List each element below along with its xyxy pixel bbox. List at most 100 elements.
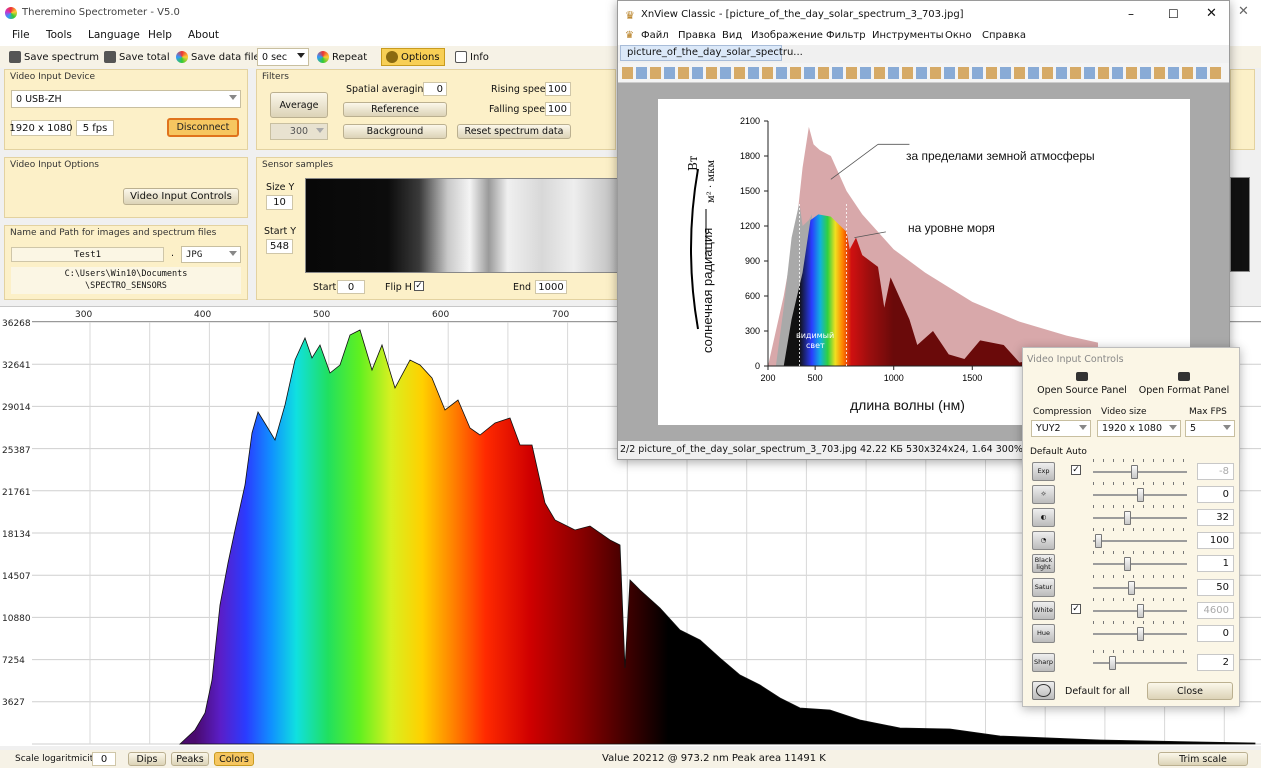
info-button[interactable]: Info [451,48,493,66]
xnview-menu-help[interactable]: Справка [982,30,1026,41]
interval-select[interactable]: 0 sec [257,48,309,66]
control-default-button[interactable]: Hue [1032,624,1055,643]
colors-button[interactable]: Colors [214,752,254,766]
slider-thumb[interactable] [1137,488,1144,502]
slider-thumb[interactable] [1094,534,1102,548]
open-format-label: Open Format Panel [1138,385,1230,396]
start-field[interactable]: 0 [337,280,365,294]
slider-thumb[interactable] [1137,627,1144,641]
control-default-button[interactable]: ◐ [1032,508,1055,527]
disconnect-button[interactable]: Disconnect [167,118,239,137]
size-y-field[interactable]: 10 [266,195,293,210]
slider-ticks [1093,650,1187,653]
save-spectrum-label: Save spectrum [24,51,100,63]
maximize-icon[interactable]: ☐ [1168,7,1179,21]
average-button[interactable]: Average [270,92,328,118]
rising-speed-label: Rising speed [491,84,552,95]
menu-help[interactable]: Help [148,29,172,41]
save-data-file-button[interactable]: Save data file [172,48,264,66]
video-input-controls-button[interactable]: Video Input Controls [123,188,239,205]
xnview-menu-image[interactable]: Изображение [751,30,823,41]
open-format-panel-button[interactable]: Open Format Panel [1135,372,1233,400]
slider-ticks [1093,621,1187,624]
figure-annot-top: за пределами земной атмосферы [906,149,1095,163]
control-default-button[interactable]: ☼ [1032,485,1055,504]
device-select[interactable]: 0 USB-ZH [11,90,241,108]
slider-track[interactable] [1093,662,1187,664]
close-button[interactable]: Close [1147,682,1233,700]
info-icon [455,51,467,63]
control-default-button[interactable]: White [1032,601,1055,620]
end-field[interactable]: 1000 [535,280,567,294]
slider-track[interactable] [1093,517,1187,519]
file-format-select[interactable]: JPG [181,246,241,263]
slider-track[interactable] [1093,540,1187,542]
file-name-field[interactable]: Test1 [11,247,164,262]
menu-file[interactable]: File [12,29,30,41]
control-default-button[interactable]: ◔ [1032,531,1055,550]
flip-h-checkbox[interactable]: ✓ [414,281,424,291]
repeat-button[interactable]: Repeat [313,48,371,66]
trim-scale-button[interactable]: Trim scale [1158,752,1248,766]
figure-ylabel: солнечная радиация [700,227,715,353]
auto-checkbox[interactable]: ✓ [1071,604,1081,614]
slider-thumb[interactable] [1137,604,1144,618]
xnview-menu-tools[interactable]: Инструменты [872,30,944,41]
slider-thumb[interactable] [1123,557,1131,571]
close-icon[interactable]: ✕ [1206,6,1217,21]
control-default-button[interactable]: Satur [1032,578,1055,597]
slider-track[interactable] [1093,563,1187,565]
app-logo-icon [5,7,17,19]
xnview-menu-file[interactable]: Файл [641,30,669,41]
menu-tools[interactable]: Tools [46,29,72,41]
average-select[interactable]: 300 [270,123,328,140]
default-for-all-button[interactable] [1032,681,1055,700]
panel-title: Video Input Device [10,72,96,82]
save-total-button[interactable]: Save total [100,48,174,66]
path-field[interactable]: C:\Users\Win10\Documents \SPECTRO_SENSOR… [11,267,241,294]
y-tick-label: 10880 [2,614,31,624]
scale-log-field[interactable]: 0 [92,752,116,766]
x-tick-label: 600 [432,310,450,320]
reference-button[interactable]: Reference [343,102,447,117]
falling-speed-field[interactable]: 100 [545,102,571,116]
close-icon[interactable]: ✕ [1238,4,1249,19]
control-default-button[interactable]: Black light [1032,554,1055,573]
y-tick-label: 1500 [740,186,760,196]
xnview-menu-window[interactable]: Окно [945,30,972,41]
chevron-down-icon [1169,425,1177,430]
slider-thumb[interactable] [1108,656,1116,670]
control-default-button[interactable]: Exp [1032,462,1055,481]
start-y-field[interactable]: 548 [266,239,293,254]
background-button[interactable]: Background [343,124,447,139]
open-source-panel-button[interactable]: Open Source Panel [1033,372,1131,400]
control-default-button[interactable]: Sharp [1032,653,1055,672]
video-size-select[interactable]: 1920 x 1080 [1097,420,1181,437]
dips-button[interactable]: Dips [128,752,166,766]
save-spectrum-button[interactable]: Save spectrum [5,48,103,66]
xnview-menu-edit[interactable]: Правка [678,30,716,41]
slider-track[interactable] [1093,587,1187,589]
xnview-menu-filter[interactable]: Фильтр [826,30,866,41]
peaks-button[interactable]: Peaks [171,752,209,766]
menu-language[interactable]: Language [88,29,140,41]
auto-checkbox[interactable]: ✓ [1071,465,1081,475]
xnview-menu-view[interactable]: Вид [722,30,742,41]
slider-thumb[interactable] [1123,511,1131,525]
slider-track[interactable] [1093,471,1187,473]
y-tick-label: 3627 [2,698,25,708]
end-label: End [513,282,532,293]
max-fps-select[interactable]: 5 [1185,420,1235,437]
figure-annot-sea: на уровне моря [908,221,995,235]
reset-spectrum-button[interactable]: Reset spectrum data [457,124,571,139]
spatial-averaging-field[interactable]: 0 [423,82,447,96]
options-button[interactable]: Options [381,48,445,66]
xnview-tab[interactable]: picture_of_the_day_solar_spectru... [620,45,803,61]
rising-speed-field[interactable]: 100 [545,82,571,96]
xnview-toolbar-icons[interactable] [622,67,1222,79]
slider-thumb[interactable] [1131,465,1139,479]
slider-thumb[interactable] [1127,581,1135,595]
minimize-icon[interactable]: – [1128,7,1134,21]
menu-about[interactable]: About [188,29,219,41]
compression-select[interactable]: YUY2 [1031,420,1091,437]
